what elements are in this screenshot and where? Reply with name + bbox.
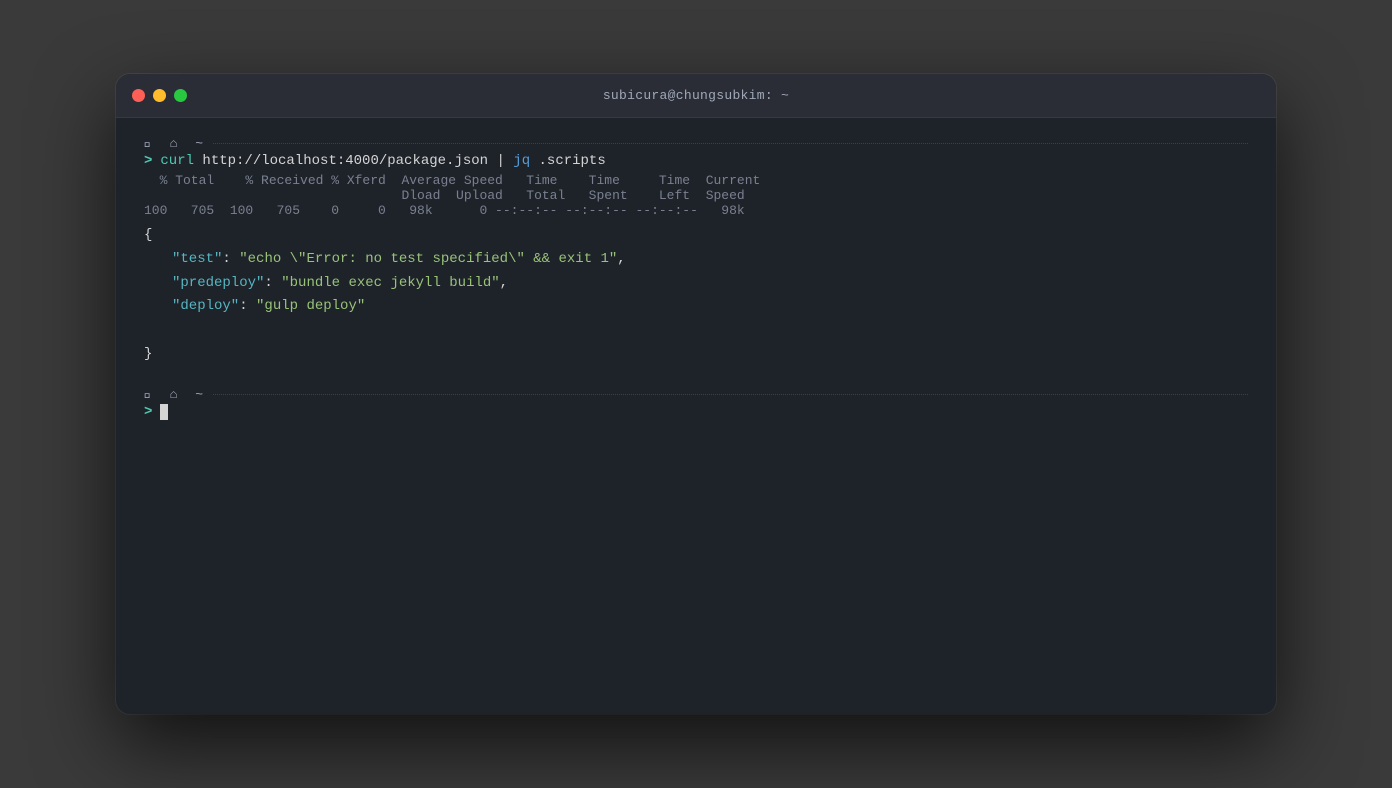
command-line-2: > — [144, 404, 1248, 420]
command-text-1: curl http://localhost:4000/package.json … — [160, 153, 605, 169]
chevron-2: > — [144, 404, 152, 420]
json-value-1: "echo \"Error: no test specified\" && ex… — [239, 251, 617, 267]
home-icon-2: ⌂ — [170, 387, 180, 402]
prompt-separator-2 — [213, 394, 1248, 395]
curl-header-text-1: % Total % Received % Xferd Average Speed… — [144, 173, 760, 188]
prompt-line-2:  ⌂ ~ — [144, 387, 1248, 402]
json-line-2: "predeploy": "bundle exec jekyll build", — [144, 272, 1248, 296]
title-bar: subicura@chungsubkim: ~ — [116, 74, 1276, 118]
cmd-jq: jq — [513, 153, 530, 169]
prompt-icons-2:  ⌂ ~ — [144, 387, 205, 402]
window-title: subicura@chungsubkim: ~ — [603, 88, 789, 103]
json-line-1: "test": "echo \"Error: no test specified… — [144, 248, 1248, 272]
json-value-3: "gulp deploy" — [256, 298, 365, 314]
cursor — [160, 404, 168, 420]
prompt-icons-1:  ⌂ ~ — [144, 136, 205, 151]
json-output: { "test": "echo \"Error: no test specifi… — [144, 224, 1248, 367]
home-icon-1: ⌂ — [170, 136, 180, 151]
json-comma-1: , — [617, 251, 625, 267]
curl-header-row-2: Dload Upload Total Spent Left Speed — [144, 188, 1248, 203]
prompt-line-1:  ⌂ ~ — [144, 136, 1248, 151]
json-colon-2: : — [264, 275, 281, 291]
json-comma-2: , — [500, 275, 508, 291]
command-line-1: > curl http://localhost:4000/package.jso… — [144, 153, 1248, 169]
json-key-1: "test" — [172, 251, 222, 267]
tilde-2: ~ — [195, 387, 205, 402]
minimize-button[interactable] — [153, 89, 166, 102]
cmd-pipe: | — [496, 153, 513, 169]
traffic-lights — [132, 89, 187, 102]
prompt-separator-1 — [213, 143, 1248, 144]
json-colon-1: : — [222, 251, 239, 267]
json-key-2: "predeploy" — [172, 275, 264, 291]
json-colon-3: : — [239, 298, 256, 314]
terminal-window: subicura@chungsubkim: ~  ⌂ ~ > curl htt… — [116, 74, 1276, 714]
apple-icon-2:  — [144, 387, 154, 402]
json-line-3: "deploy": "gulp deploy" — [144, 295, 1248, 319]
cmd-curl: curl — [160, 153, 194, 169]
cmd-arg: .scripts — [539, 153, 606, 169]
json-key-3: "deploy" — [172, 298, 239, 314]
desktop-background: subicura@chungsubkim: ~  ⌂ ~ > curl htt… — [0, 0, 1392, 788]
chevron-1: > — [144, 153, 152, 169]
apple-icon-1:  — [144, 136, 154, 151]
curl-data-row: 100 705 100 705 0 0 98k 0 --:--:-- --:--… — [144, 203, 1248, 218]
terminal-body[interactable]:  ⌂ ~ > curl http://localhost:4000/packa… — [116, 118, 1276, 714]
json-open-brace: { — [144, 227, 152, 243]
close-button[interactable] — [132, 89, 145, 102]
maximize-button[interactable] — [174, 89, 187, 102]
curl-header-text-2: Dload Upload Total Spent Left Speed — [144, 188, 745, 203]
cmd-url: http://localhost:4000/package.json — [202, 153, 488, 169]
tilde-1: ~ — [195, 136, 205, 151]
json-close-brace: } — [144, 346, 152, 362]
json-value-2: "bundle exec jekyll build" — [281, 275, 499, 291]
curl-header-row-1: % Total % Received % Xferd Average Speed… — [144, 173, 1248, 188]
